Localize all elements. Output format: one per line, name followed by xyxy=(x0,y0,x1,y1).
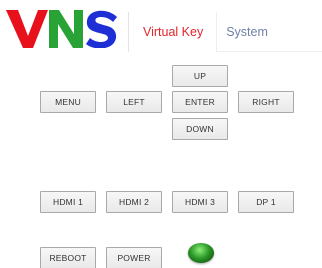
power-status-led-icon xyxy=(188,243,214,263)
down-button[interactable]: DOWN xyxy=(172,118,228,140)
enter-button[interactable]: ENTER xyxy=(172,91,228,113)
power-button[interactable]: POWER xyxy=(106,247,162,268)
reboot-button[interactable]: REBOOT xyxy=(40,247,96,268)
tab-virtual-key[interactable]: Virtual Key xyxy=(129,11,217,52)
up-button[interactable]: UP xyxy=(172,65,228,87)
left-button[interactable]: LEFT xyxy=(106,91,162,113)
menu-button[interactable]: MENU xyxy=(40,91,96,113)
hdmi-3-button[interactable]: HDMI 3 xyxy=(172,191,228,213)
tab-bar: Virtual Key System xyxy=(128,11,322,52)
hdmi-1-button[interactable]: HDMI 1 xyxy=(40,191,96,213)
vns-logo-icon xyxy=(6,10,117,48)
dp-1-button[interactable]: DP 1 xyxy=(238,191,294,213)
vns-logo xyxy=(6,10,118,48)
hdmi-2-button[interactable]: HDMI 2 xyxy=(106,191,162,213)
virtual-key-page: Virtual Key System UP MENU LEFT ENTER RI… xyxy=(0,0,322,268)
tab-system[interactable]: System xyxy=(216,12,278,52)
right-button[interactable]: RIGHT xyxy=(238,91,294,113)
